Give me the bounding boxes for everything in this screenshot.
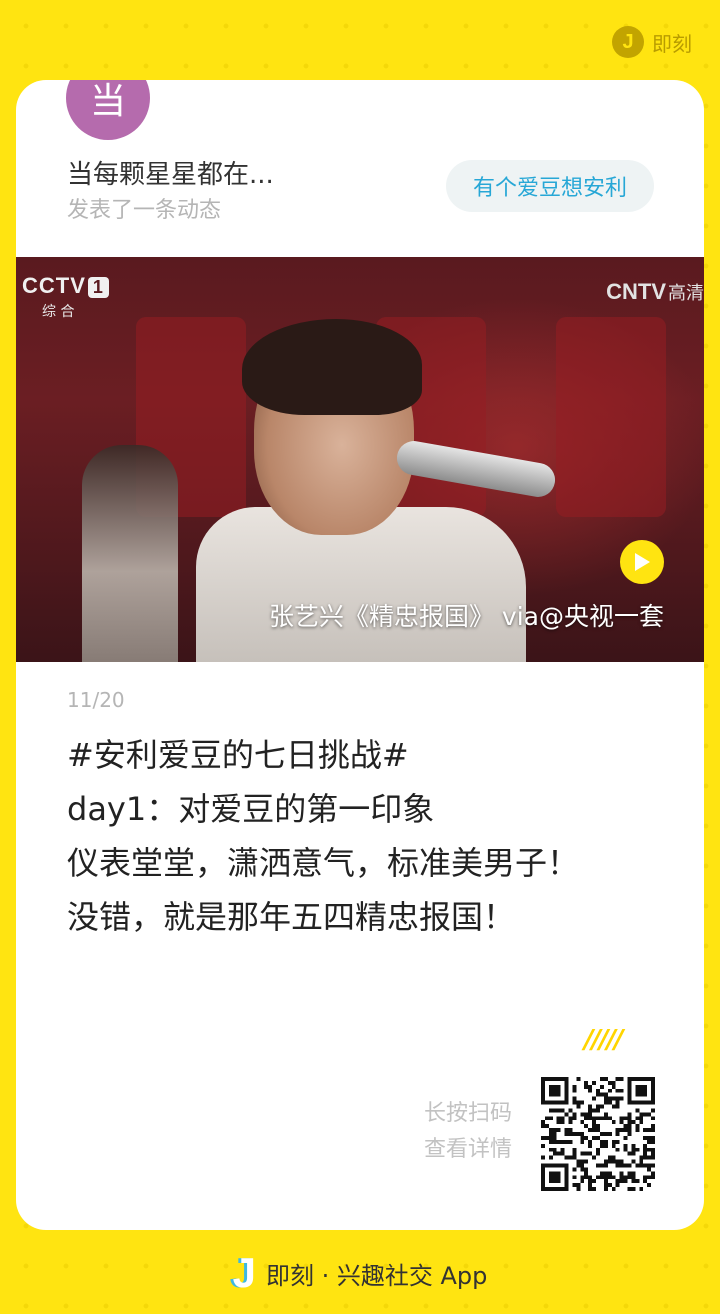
footer-brand: J 即刻 · 兴趣社交 App xyxy=(0,1246,720,1300)
hd-logo-sub: 高清 xyxy=(668,283,704,303)
hd-logo-text: CNTV xyxy=(606,279,666,304)
scan-hint-line1: 长按扫码 xyxy=(423,1101,512,1126)
footer-label: 即刻 · 兴趣社交 App xyxy=(265,1261,488,1290)
channel-logo-text: CCTV xyxy=(22,273,86,298)
post-card: 当每颗星星都在... 发表了一条动态 有个爱豆想安利 CCTV 1 综 合 CNT… xyxy=(16,80,704,1230)
user-action: 发表了一条动态 xyxy=(67,198,222,223)
post-line: 没错，就是那年五四精忠报国！ xyxy=(67,898,516,936)
jike-logo-icon: J xyxy=(612,26,644,58)
scan-hint-line2: 查看详情 xyxy=(423,1137,512,1162)
channel-number: 1 xyxy=(87,277,109,298)
post-text: #安利爱豆的七日挑战# day1：对爱豆的第一印象 仪表堂堂，潇洒意气，标准美男… xyxy=(67,728,667,944)
scan-hint: 长按扫码 查看详情 xyxy=(412,1096,512,1168)
post-date: 11/20 xyxy=(67,688,125,712)
qr-code[interactable] xyxy=(541,1077,655,1191)
top-brand: J 即刻 xyxy=(612,26,692,58)
channel-logo: CCTV 1 xyxy=(22,273,109,299)
play-icon xyxy=(635,553,650,571)
play-button[interactable] xyxy=(620,540,664,584)
singer-hair xyxy=(242,319,422,415)
top-brand-label: 即刻 xyxy=(652,31,692,56)
post-line: 仪表堂堂，潇洒意气，标准美男子！ xyxy=(67,844,580,882)
post-line: day1：对爱豆的第一印象 xyxy=(67,790,435,828)
stripe-decoration: ///// xyxy=(584,1025,624,1055)
avatar-letter: 当 xyxy=(66,80,150,140)
jike-logo-icon: J xyxy=(232,1249,256,1296)
hd-logo: CNTV 高清 xyxy=(606,279,704,305)
avatar[interactable]: 当 xyxy=(60,80,156,146)
jike-logo-letter: J xyxy=(622,31,634,53)
topic-chip[interactable]: 有个爱豆想安利 xyxy=(446,160,654,212)
background-performer xyxy=(82,445,178,662)
stage-decoration xyxy=(556,317,666,517)
video-caption: 张艺兴《精忠报国》 via@央视一套 xyxy=(268,602,664,631)
video-thumbnail[interactable]: CCTV 1 综 合 CNTV 高清 张艺兴《精忠报国》 via@央视一套 xyxy=(16,257,704,662)
channel-sub: 综 合 xyxy=(42,304,75,320)
user-name[interactable]: 当每颗星星都在... xyxy=(67,154,274,191)
post-hashtag[interactable]: #安利爱豆的七日挑战# xyxy=(67,728,667,782)
